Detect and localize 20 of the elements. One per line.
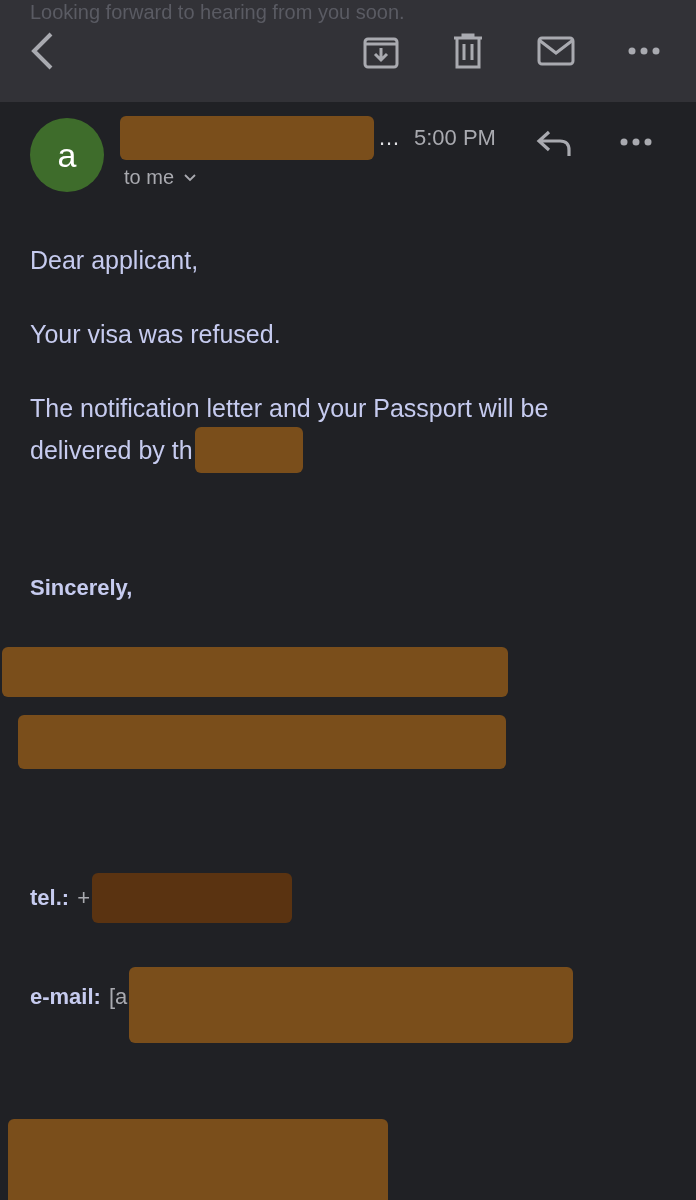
body-text: The notification letter and your Passport will be [30, 393, 549, 424]
chevron-icon [184, 173, 197, 182]
contact-value: + [77, 885, 90, 911]
mail-icon[interactable] [537, 36, 575, 66]
body-text: Your visa was refused. [30, 319, 281, 350]
contact-label: e-mail: [30, 984, 101, 1010]
trash-icon[interactable] [452, 33, 484, 69]
reply-icon[interactable] [535, 130, 572, 158]
contact-value: [a [108, 984, 128, 1010]
back-icon[interactable] [30, 32, 54, 70]
recipient-dropdown[interactable]: to me [124, 166, 197, 189]
body-text: Dear applicant, [30, 245, 199, 276]
more-icon[interactable] [619, 138, 652, 146]
closing-text: Sincerely, [30, 575, 134, 601]
body-text: delivered by th [30, 434, 193, 466]
sender-avatar: a [30, 118, 104, 192]
more-icon[interactable] [628, 47, 660, 55]
sender-ellipsis: … [378, 125, 400, 151]
message-time: 5:00 PM [414, 125, 496, 151]
contact-label: tel.: [30, 885, 70, 911]
